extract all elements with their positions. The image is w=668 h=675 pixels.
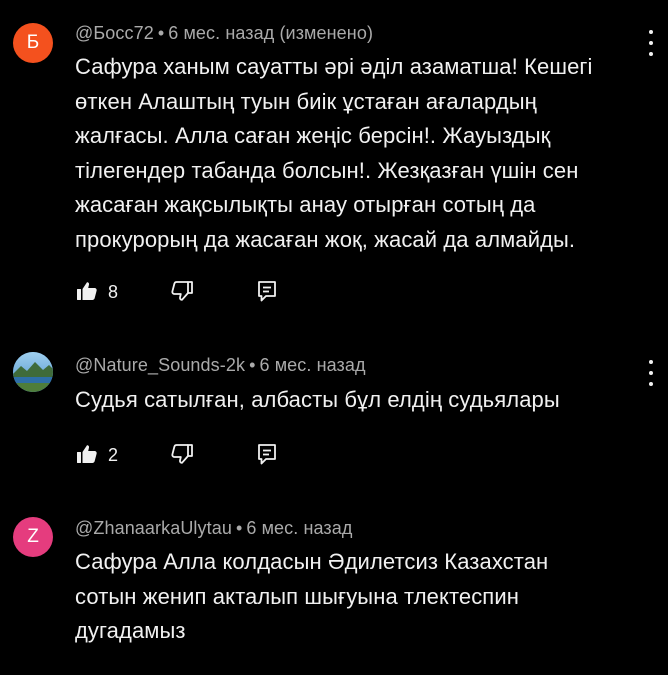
comment-meta: @Nature_Sounds-2k • 6 мес. назад [75, 355, 366, 376]
comment-line: сотын женип акталып шығуына тлектеспин [75, 583, 519, 609]
avatar-letter: Z [27, 526, 39, 547]
reply-icon[interactable] [255, 279, 279, 303]
comment-line: тілегендер табанда болсын!. Жезқазған үш… [75, 157, 579, 183]
comment: Б @Босс72 • 6 мес. назад (изменено) Сафура… [0, 0, 668, 330]
more-vert-icon[interactable] [644, 30, 658, 56]
avatar[interactable]: Б [13, 23, 53, 63]
separator-dot: • [249, 355, 256, 375]
avatar-letter: Б [26, 32, 40, 53]
author-name[interactable]: @Nature_Sounds-2k [75, 355, 245, 375]
landscape-avatar-image [13, 352, 53, 392]
comment: Z @ZhanaarkaUlytau • 6 мес. назад Сафура А… [0, 500, 668, 675]
comment-meta: @Босс72 • 6 мес. назад (изменено) [75, 23, 373, 44]
avatar[interactable]: Z [13, 517, 53, 557]
comment-time[interactable]: 6 мес. назад [259, 355, 365, 375]
comment-line: Судья сатылған, албасты бұл елдің судьял… [75, 387, 560, 412]
comment-line: өткен Алаштың туын биік ұстаған ағаларды… [75, 88, 537, 114]
comment-line: Сафура ханым сауатты әрі әділ азаматша! … [75, 54, 593, 79]
separator-dot: • [157, 23, 165, 43]
comment-actions: 8 [75, 279, 325, 307]
comment-line: жалғасы. Алла саған жеңіс берсін!. Жауыз… [75, 123, 551, 148]
avatar[interactable] [13, 352, 53, 392]
separator-dot: • [235, 518, 243, 538]
thumb-down-icon[interactable] [170, 442, 194, 466]
comment-text: Сафура Алла колдасын Әдилетсиз Казахстан… [75, 545, 650, 649]
thumb-up-icon[interactable] [75, 442, 99, 466]
comment-text: Сафура ханым сауатты әрі әділ азаматша! … [75, 50, 650, 257]
comment-meta: @ZhanaarkaUlytau • 6 мес. назад [75, 518, 352, 539]
reply-icon[interactable] [255, 442, 279, 466]
comment-text: Судья сатылған, албасты бұл елдің судьял… [75, 383, 650, 418]
comment: @Nature_Sounds-2k • 6 мес. назад Судья сат… [0, 330, 668, 500]
author-name[interactable]: @Босс72 [75, 23, 154, 43]
comment-time[interactable]: 6 мес. назад (изменено) [168, 23, 373, 43]
like-count: 2 [108, 445, 119, 465]
comment-line: жасаған жақсылықты анау отырған сотың да [75, 192, 536, 217]
like-count: 8 [108, 282, 119, 302]
comment-line: дугадамыз [75, 618, 186, 643]
author-name[interactable]: @ZhanaarkaUlytau [75, 518, 232, 538]
more-vert-icon[interactable] [644, 360, 658, 386]
thumb-down-icon[interactable] [170, 279, 194, 303]
comment-time[interactable]: 6 мес. назад [246, 518, 352, 538]
comment-actions: 2 [75, 442, 325, 470]
comment-line: прокурорың да жасаған жоқ, жасай да алма… [75, 226, 576, 252]
comment-line: Сафура Алла колдасын Әдилетсиз Казахстан [75, 549, 549, 574]
thumb-up-icon[interactable] [75, 279, 99, 303]
